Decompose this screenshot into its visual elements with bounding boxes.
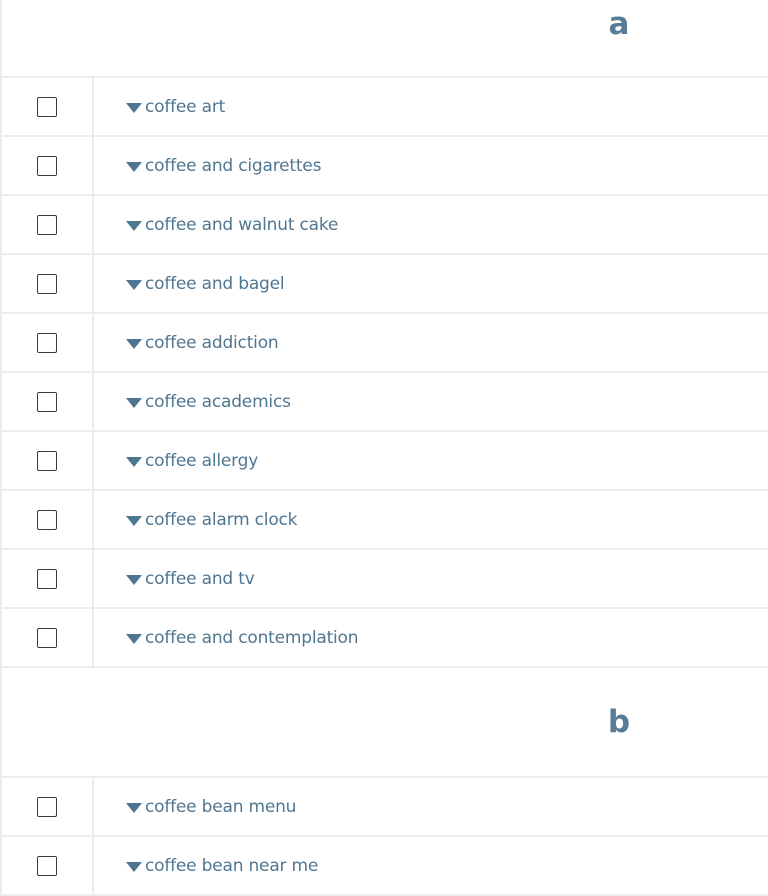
item-label: coffee and bagel: [145, 273, 285, 294]
item-checkbox[interactable]: [36, 155, 57, 176]
item-label: coffee addiction: [145, 332, 279, 353]
item-checkbox[interactable]: [36, 214, 57, 235]
caret-down-icon: [126, 102, 142, 113]
list-item: coffee alarm clock: [2, 491, 768, 550]
checkbox-cell: [2, 78, 94, 135]
item-label: coffee bean near me: [145, 855, 319, 876]
list-item: coffee and bagel: [2, 255, 768, 314]
item-checkbox[interactable]: [36, 855, 57, 876]
item-label: coffee and cigarettes: [145, 155, 322, 176]
list-item: coffee addiction: [2, 314, 768, 373]
item-label: coffee academics: [145, 391, 291, 412]
list-item: coffee bean near me: [2, 837, 768, 896]
caret-down-icon: [126, 220, 142, 231]
caret-down-icon: [126, 574, 142, 585]
item-label-toggle[interactable]: coffee and bagel: [94, 255, 768, 312]
item-label-toggle[interactable]: coffee academics: [94, 373, 768, 430]
caret-down-icon: [126, 515, 142, 526]
caret-down-icon: [126, 456, 142, 467]
item-label: coffee and tv: [145, 568, 255, 589]
checkbox-cell: [2, 778, 94, 835]
item-label: coffee allergy: [145, 450, 259, 471]
item-checkbox[interactable]: [36, 796, 57, 817]
item-label-toggle[interactable]: coffee addiction: [94, 314, 768, 371]
list-item: coffee academics: [2, 373, 768, 432]
section-header-b: b: [2, 668, 768, 778]
checkbox-cell: [2, 137, 94, 194]
item-label-toggle[interactable]: coffee bean near me: [94, 837, 768, 894]
section-header-a: a: [2, 0, 768, 78]
caret-down-icon: [126, 279, 142, 290]
item-label: coffee and contemplation: [145, 627, 359, 648]
item-label-toggle[interactable]: coffee and walnut cake: [94, 196, 768, 253]
item-checkbox[interactable]: [36, 273, 57, 294]
section-letter: a: [608, 6, 630, 42]
item-label: coffee art: [145, 96, 226, 117]
caret-down-icon: [126, 861, 142, 872]
list-item: coffee and contemplation: [2, 609, 768, 668]
list-item: coffee bean menu: [2, 778, 768, 837]
list-item: coffee and cigarettes: [2, 137, 768, 196]
item-label-toggle[interactable]: coffee bean menu: [94, 778, 768, 835]
item-checkbox[interactable]: [36, 96, 57, 117]
list-item: coffee art: [2, 78, 768, 137]
item-checkbox[interactable]: [36, 509, 57, 530]
item-label-toggle[interactable]: coffee and contemplation: [94, 609, 768, 666]
checkbox-cell: [2, 837, 94, 894]
section-letter: b: [607, 704, 631, 740]
item-checkbox[interactable]: [36, 568, 57, 589]
item-label-toggle[interactable]: coffee and tv: [94, 550, 768, 607]
caret-down-icon: [126, 802, 142, 813]
list-item: coffee allergy: [2, 432, 768, 491]
item-checkbox[interactable]: [36, 627, 57, 648]
checkbox-cell: [2, 550, 94, 607]
item-checkbox[interactable]: [36, 450, 57, 471]
caret-down-icon: [126, 338, 142, 349]
checkbox-cell: [2, 491, 94, 548]
caret-down-icon: [126, 633, 142, 644]
checkbox-cell: [2, 609, 94, 666]
checkbox-cell: [2, 255, 94, 312]
checkbox-cell: [2, 314, 94, 371]
item-label-toggle[interactable]: coffee allergy: [94, 432, 768, 489]
item-label-toggle[interactable]: coffee alarm clock: [94, 491, 768, 548]
item-label-toggle[interactable]: coffee art: [94, 78, 768, 135]
caret-down-icon: [126, 397, 142, 408]
item-label: coffee bean menu: [145, 796, 297, 817]
item-label: coffee and walnut cake: [145, 214, 339, 235]
suggestion-list: a coffee art coffee and cigarettes coffe…: [0, 0, 768, 896]
item-checkbox[interactable]: [36, 332, 57, 353]
checkbox-cell: [2, 432, 94, 489]
checkbox-cell: [2, 373, 94, 430]
item-checkbox[interactable]: [36, 391, 57, 412]
item-label: coffee alarm clock: [145, 509, 298, 530]
list-item: coffee and walnut cake: [2, 196, 768, 255]
item-label-toggle[interactable]: coffee and cigarettes: [94, 137, 768, 194]
list-item: coffee and tv: [2, 550, 768, 609]
caret-down-icon: [126, 161, 142, 172]
checkbox-cell: [2, 196, 94, 253]
